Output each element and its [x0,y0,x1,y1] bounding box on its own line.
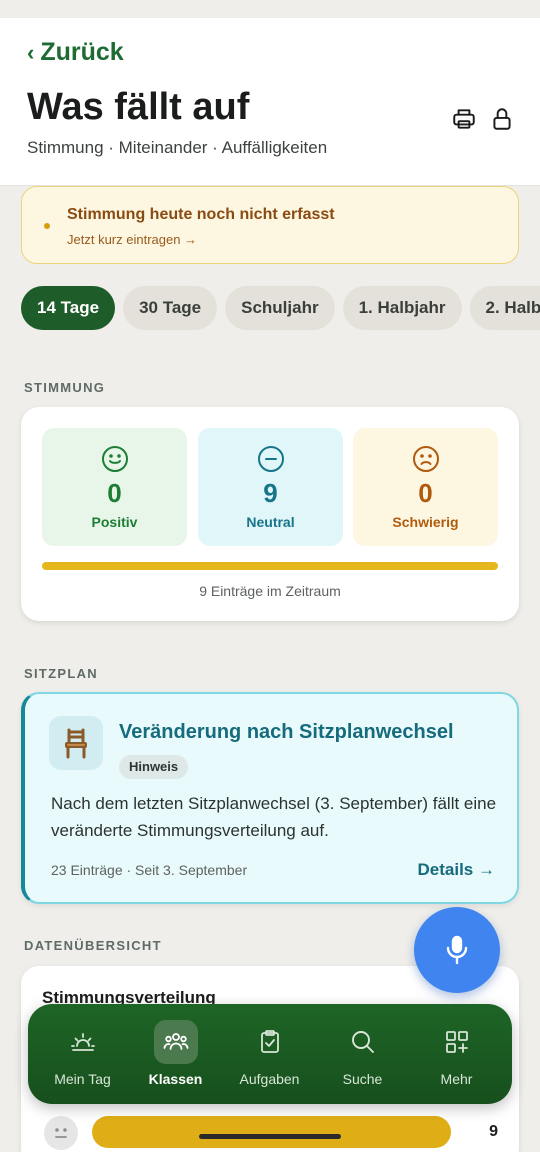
section-label-seating: SITZPLAN [24,666,98,681]
mood-entry-count: 9 Einträge im Zeitraum [199,583,341,599]
printer-icon[interactable] [451,106,477,132]
distribution-bar [92,1116,451,1148]
nav-icon-wrap [435,1020,479,1064]
chip-14-tage[interactable]: 14 Tage [21,286,116,330]
nav-icon-wrap [341,1020,385,1064]
chair-icon-box [49,716,103,770]
seating-card-body: Nach dem letzten Sitzplanwechsel (3. Sep… [51,794,497,840]
mood-positive[interactable]: 0 Positiv [42,428,187,546]
nav-icon-wrap [61,1020,105,1064]
neutral-face-icon [44,1116,78,1150]
hint-badge: Hinweis [119,755,189,779]
seating-change-card[interactable]: Veränderung nach Sitzplanwechsel Hinweis… [21,692,519,904]
grid-plus-icon [446,1031,468,1053]
frown-icon [413,446,439,472]
nav-suche[interactable]: Suche [316,1004,409,1104]
mood-positive-label: Positiv [91,514,138,530]
clipboard-check-icon [261,1030,279,1053]
status-bar [0,0,540,18]
mood-distribution-bar [42,562,498,570]
people-icon [163,1033,189,1050]
section-label-overview: DATENÜBERSICHT [24,938,162,953]
search-icon [352,1031,374,1053]
page-header: ‹ Zurück Was fällt auf Stimmung · Miteina… [0,18,540,186]
nav-label-aufgaben: Aufgaben [239,1071,300,1087]
back-button[interactable]: ‹ Zurück [27,38,124,67]
nav-mehr[interactable]: Mehr [410,1004,503,1104]
smile-icon [102,446,128,472]
bottom-navigation: Mein Tag Klassen Aufgaben Suche Mehr [28,1004,512,1104]
mood-neutral-count: 9 [263,478,278,508]
mood-positive-count: 0 [107,478,122,508]
mood-neutral-label: Neutral [246,514,295,530]
mood-distribution-fill [42,562,498,570]
seating-card-meta: 23 Einträge · Seit 3. September [51,862,248,878]
chip-1-halbjahr[interactable]: 1. Halbjahr [342,286,462,330]
chip-schuljahr[interactable]: Schuljahr [225,286,335,330]
mood-difficult-count: 0 [418,478,433,508]
nav-label-mehr: Mehr [440,1071,473,1087]
mood-difficult-label: Schwierig [392,514,459,530]
chevron-left-icon: ‹ [27,40,35,65]
back-label: Zurück [40,38,124,66]
home-indicator [199,1134,341,1139]
nav-icon-wrap [154,1020,198,1064]
mood-neutral[interactable]: 9 Neutral [198,428,343,546]
nav-label-suche: Suche [342,1071,383,1087]
nav-label-mein-tag: Mein Tag [54,1071,111,1087]
period-filter: 14 Tage 30 Tage Schuljahr 1. Halbjahr 2. Hal… [21,286,540,330]
page-subtitle: Stimmung · Miteinander · Auffälligkeiten [27,138,328,157]
lock-icon[interactable] [489,106,515,132]
details-link[interactable]: Details → [418,860,495,880]
section-label-mood: STIMMUNG [24,380,106,395]
seating-card-title: Veränderung nach Sitzplanwechsel [119,721,454,743]
chair-icon [65,728,87,759]
alert-dot [44,223,50,229]
minus-circle-icon [258,446,284,472]
chip-2-halbjahr[interactable]: 2. Halbjahr [469,286,540,330]
nav-label-klassen: Klassen [148,1071,203,1087]
mood-difficult[interactable]: 0 Schwierig [353,428,498,546]
sunrise-icon [71,1033,95,1051]
nav-mein-tag[interactable]: Mein Tag [36,1004,129,1104]
chip-30-tage[interactable]: 30 Tage [123,286,218,330]
mood-missing-alert[interactable]: Stimmung heute noch nicht erfasst Jetzt … [21,186,519,264]
nav-aufgaben[interactable]: Aufgaben [223,1004,316,1104]
nav-klassen[interactable]: Klassen [129,1004,222,1104]
page-title: Was fällt auf [27,86,250,128]
voice-input-button[interactable] [414,907,500,993]
microphone-icon [446,935,468,965]
alert-link[interactable]: Jetzt kurz eintragen → [67,232,197,247]
alert-title: Stimmung heute noch nicht erfasst [67,206,335,223]
distribution-count: 9 [489,1123,498,1140]
nav-icon-wrap [248,1020,292,1064]
mood-summary-card: 0 Positiv 9 Neutral 0 Schwierig 9 Einträ… [21,407,519,621]
